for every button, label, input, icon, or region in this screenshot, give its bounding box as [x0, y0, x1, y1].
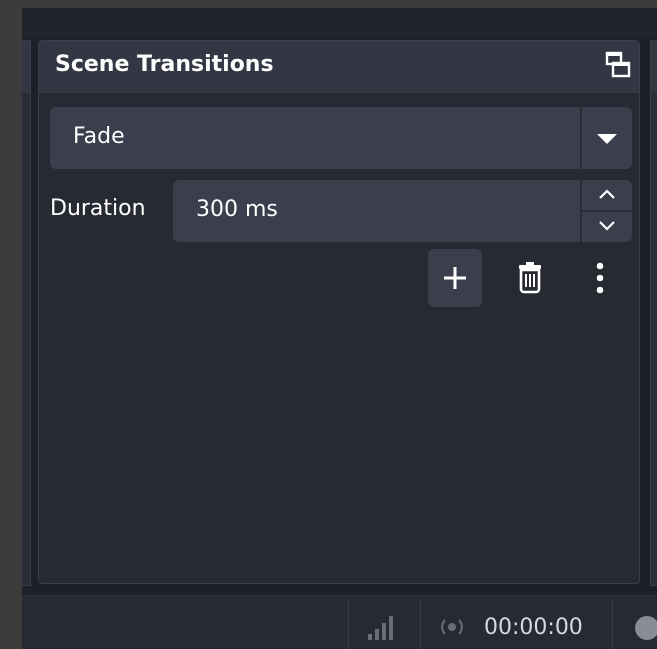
dock-header: Scene Transitions	[39, 41, 639, 93]
left-dock-header	[22, 41, 30, 93]
duration-spinbox[interactable]: 300 ms	[173, 180, 632, 242]
status-separator	[420, 602, 421, 649]
remove-transition-button[interactable]	[503, 249, 557, 307]
transition-properties-menu-button[interactable]	[573, 249, 627, 307]
record-icon	[635, 616, 657, 640]
right-dock-panel	[650, 40, 657, 586]
top-strip	[22, 8, 657, 38]
left-dock-panel	[22, 40, 31, 586]
chevron-down-small-icon	[599, 221, 615, 231]
status-bar: 00:00:00	[22, 595, 657, 649]
status-separator	[348, 602, 349, 649]
chevron-up-icon	[599, 189, 615, 199]
duration-value[interactable]: 300 ms	[196, 197, 278, 222]
plus-icon	[444, 267, 466, 289]
trash-icon	[519, 262, 541, 294]
kebab-menu-icon	[596, 262, 604, 294]
right-dock-header	[651, 41, 657, 93]
duration-decrement-button[interactable]	[582, 212, 632, 242]
transition-select-value: Fade	[73, 124, 125, 149]
dock-title: Scene Transitions	[55, 52, 274, 77]
undock-button[interactable]	[601, 49, 635, 83]
transition-dropdown-button[interactable]	[582, 107, 632, 169]
duration-increment-button[interactable]	[582, 180, 632, 210]
network-signal-icon	[368, 616, 393, 640]
transition-select[interactable]: Fade	[50, 107, 632, 169]
streaming-icon	[441, 619, 463, 635]
scene-transitions-dock: Scene Transitions Fade Duration 300 ms	[38, 40, 640, 584]
undock-icon	[605, 51, 631, 78]
status-separator	[612, 602, 613, 649]
add-transition-button[interactable]	[428, 249, 482, 307]
duration-label: Duration	[50, 196, 146, 221]
chevron-down-icon	[597, 134, 617, 144]
stream-time: 00:00:00	[484, 615, 583, 640]
